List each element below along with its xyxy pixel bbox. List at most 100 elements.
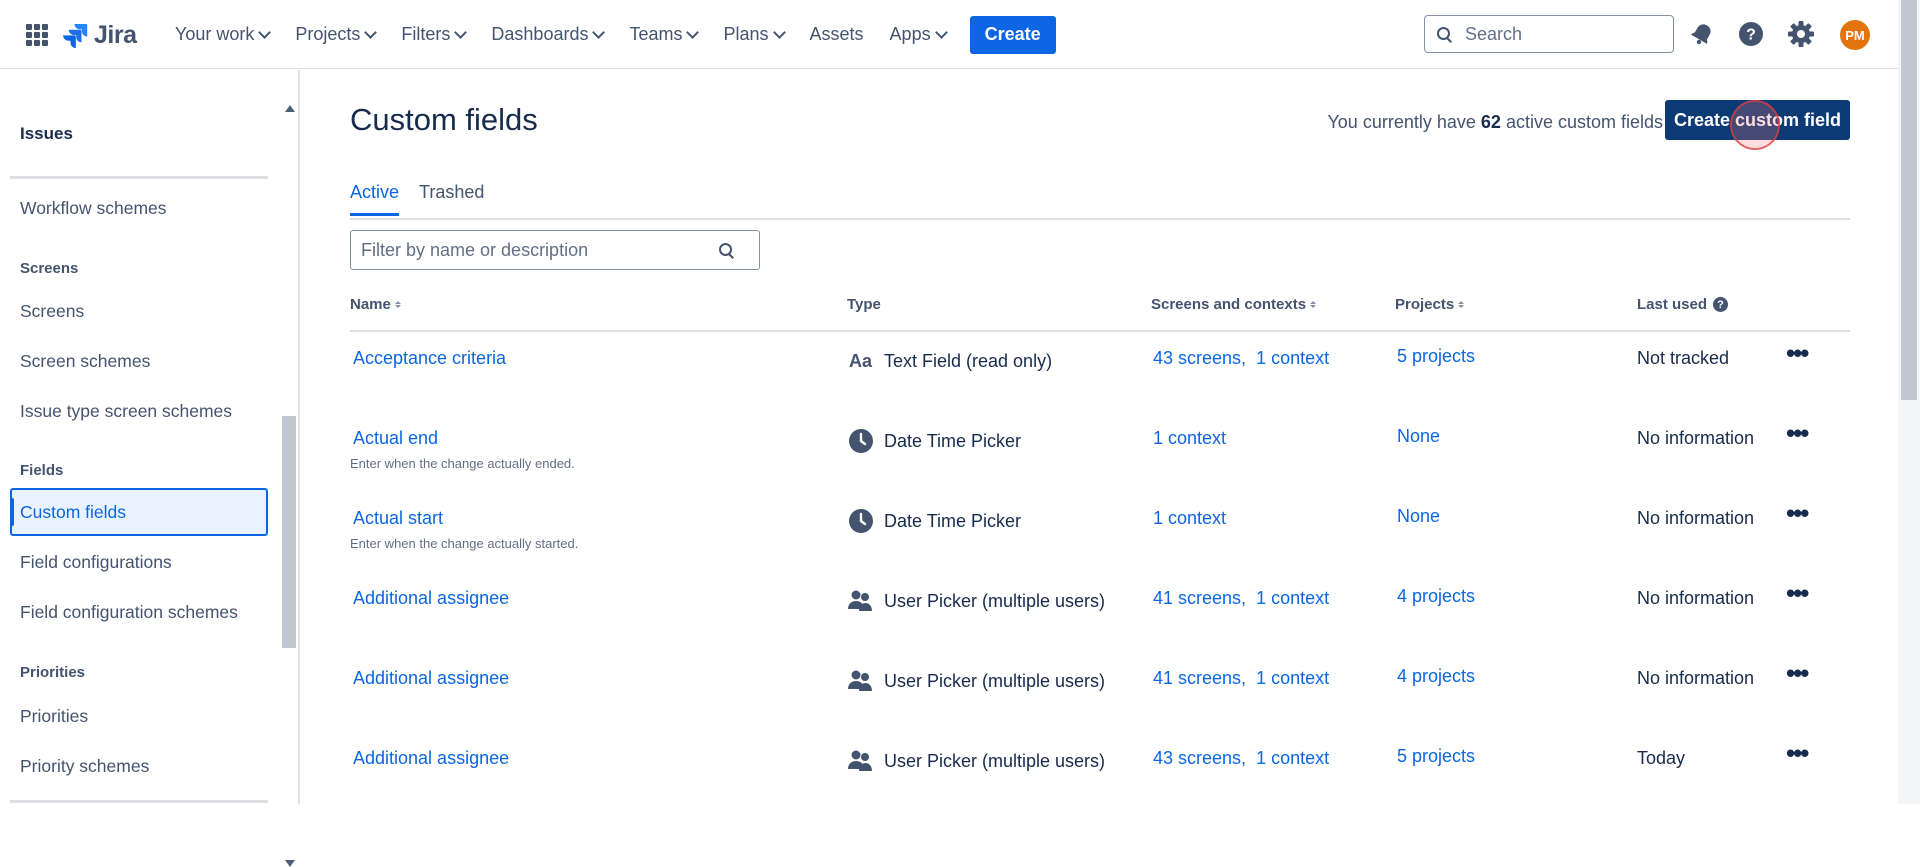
nav-your-work[interactable]: Your work — [175, 24, 272, 45]
field-name-link[interactable]: Acceptance criteria — [353, 348, 506, 368]
search-input[interactable] — [1463, 22, 1657, 46]
nav-dashboards-label: Dashboards — [491, 24, 589, 44]
projects-cell: 4 projects — [1397, 586, 1475, 607]
field-name-link[interactable]: Additional assignee — [353, 588, 509, 608]
nav-teams[interactable]: Teams — [629, 24, 700, 45]
app-switcher-icon[interactable] — [26, 24, 48, 46]
page-title: Custom fields — [350, 102, 538, 137]
sidebar-item-workflow-schemes[interactable]: Workflow schemes — [20, 198, 167, 219]
sidebar-item-priorities[interactable]: Priorities — [20, 706, 88, 727]
contexts-link[interactable]: 1 context — [1256, 748, 1329, 768]
field-description: Enter when the change actually started. — [350, 536, 579, 551]
nav-plans[interactable]: Plans — [723, 24, 786, 45]
field-name-link[interactable]: Additional assignee — [353, 748, 509, 768]
sidebar-scrollbar-thumb[interactable] — [282, 416, 296, 648]
notification-icon[interactable] — [1688, 20, 1716, 48]
column-last-used-label: Last used — [1637, 296, 1708, 313]
jira-logo[interactable]: Jira — [62, 20, 137, 50]
scroll-down-arrow-icon[interactable] — [285, 860, 295, 867]
screens-link[interactable]: 43 screens, — [1153, 748, 1246, 768]
projects-link[interactable]: None — [1397, 506, 1440, 526]
sidebar-divider-bottom — [10, 800, 268, 803]
screens-link[interactable]: 43 screens, — [1153, 348, 1246, 368]
text-field-icon: Aa — [848, 348, 874, 374]
count-prefix: You currently have — [1327, 112, 1476, 132]
sidebar-item-field-configuration-schemes[interactable]: Field configuration schemes — [20, 602, 238, 623]
create-button[interactable]: Create — [969, 15, 1056, 54]
sidebar-item-issue-type-screen-schemes[interactable]: Issue type screen schemes — [20, 401, 232, 422]
chevron-down-icon — [258, 25, 272, 39]
main-content: Custom fields You currently have 62 acti… — [350, 70, 1850, 804]
field-type: User Picker (multiple users) — [848, 748, 1105, 774]
page-scrollbar-thumb[interactable] — [1901, 0, 1917, 400]
more-actions-icon[interactable]: ••• — [1786, 738, 1809, 769]
screens-link[interactable]: 41 screens, — [1153, 588, 1246, 608]
column-projects-label: Projects — [1395, 296, 1455, 313]
table-row: Acceptance criteria Aa Text Field (read … — [350, 334, 1850, 414]
svg-text:Aa: Aa — [849, 351, 873, 371]
projects-link[interactable]: 5 projects — [1397, 746, 1475, 766]
nav-dashboards[interactable]: Dashboards — [491, 24, 606, 45]
projects-link[interactable]: None — [1397, 426, 1440, 446]
scroll-up-arrow-icon[interactable] — [285, 105, 295, 112]
more-actions-icon[interactable]: ••• — [1786, 658, 1809, 689]
more-actions-icon[interactable]: ••• — [1786, 418, 1809, 449]
last-used: No information — [1637, 668, 1755, 688]
contexts-link[interactable]: 1 context — [1256, 588, 1329, 608]
projects-link[interactable]: 4 projects — [1397, 666, 1475, 686]
sidebar-item-custom-fields[interactable]: Custom fields — [10, 488, 268, 536]
screens-link[interactable]: 41 screens, — [1153, 668, 1246, 688]
tab-active[interactable]: Active — [350, 182, 400, 216]
column-screens[interactable]: Screens and contexts — [1151, 296, 1317, 313]
sidebar-item-priority-schemes[interactable]: Priority schemes — [20, 756, 149, 777]
contexts-link[interactable]: 1 context — [1153, 428, 1226, 448]
nav-filters[interactable]: Filters — [401, 24, 468, 45]
sidebar-scrollbar[interactable] — [280, 105, 298, 867]
field-name-link[interactable]: Actual end — [353, 428, 438, 448]
screens-contexts: 43 screens, 1 context — [1153, 748, 1329, 769]
column-name[interactable]: Name — [350, 296, 401, 313]
sidebar-item-custom-fields-label: Custom fields — [20, 502, 127, 522]
sidebar-item-screens[interactable]: Screens — [20, 301, 84, 322]
column-last-used: Last used? — [1637, 296, 1729, 313]
page-scrollbar[interactable] — [1898, 0, 1920, 804]
field-type: User Picker (multiple users) — [848, 588, 1105, 614]
contexts-link[interactable]: 1 context — [1153, 508, 1226, 528]
settings-icon[interactable] — [1787, 20, 1815, 48]
filter-input[interactable] — [359, 238, 713, 262]
sidebar-item-screen-schemes[interactable]: Screen schemes — [20, 351, 150, 372]
nav-assets[interactable]: Assets — [810, 24, 864, 45]
contexts-link[interactable]: 1 context — [1256, 668, 1329, 688]
last-used: No information — [1637, 428, 1755, 448]
sort-icon — [1310, 301, 1317, 308]
column-name-label: Name — [350, 296, 391, 313]
filter-box[interactable] — [350, 230, 760, 270]
projects-cell: None — [1397, 426, 1440, 447]
projects-cell: 4 projects — [1397, 666, 1475, 687]
help-icon[interactable]: ? — [1713, 297, 1729, 312]
field-name-link[interactable]: Additional assignee — [353, 668, 509, 688]
global-search[interactable] — [1424, 15, 1674, 53]
field-type: Date Time Picker — [848, 428, 1021, 454]
projects-link[interactable]: 4 projects — [1397, 586, 1475, 606]
avatar[interactable]: PM — [1840, 20, 1870, 50]
contexts-link[interactable]: 1 context — [1256, 348, 1329, 368]
create-custom-field-button[interactable]: Create custom field — [1665, 100, 1850, 140]
nav-apps[interactable]: Apps — [890, 24, 948, 45]
field-name-cell: Additional assignee — [353, 748, 509, 769]
primary-nav: Your work Projects Filters Dashboards Te… — [175, 0, 1056, 69]
more-actions-icon[interactable]: ••• — [1786, 578, 1809, 609]
more-actions-icon[interactable]: ••• — [1786, 338, 1809, 369]
column-projects[interactable]: Projects — [1395, 296, 1465, 313]
help-icon[interactable]: ? — [1737, 20, 1765, 48]
field-name-cell: Additional assignee — [353, 668, 509, 689]
nav-plans-label: Plans — [723, 24, 769, 44]
field-name-link[interactable]: Actual start — [353, 508, 443, 528]
top-navigation: Jira Your work Projects Filters Dashboar… — [0, 0, 1898, 69]
sidebar-item-field-configurations[interactable]: Field configurations — [20, 552, 172, 573]
more-actions-icon[interactable]: ••• — [1786, 498, 1809, 529]
tab-trashed[interactable]: Trashed — [419, 182, 484, 213]
table-row: Additional assignee User Picker (multipl… — [350, 654, 1850, 734]
nav-projects[interactable]: Projects — [295, 24, 378, 45]
projects-link[interactable]: 5 projects — [1397, 346, 1475, 366]
